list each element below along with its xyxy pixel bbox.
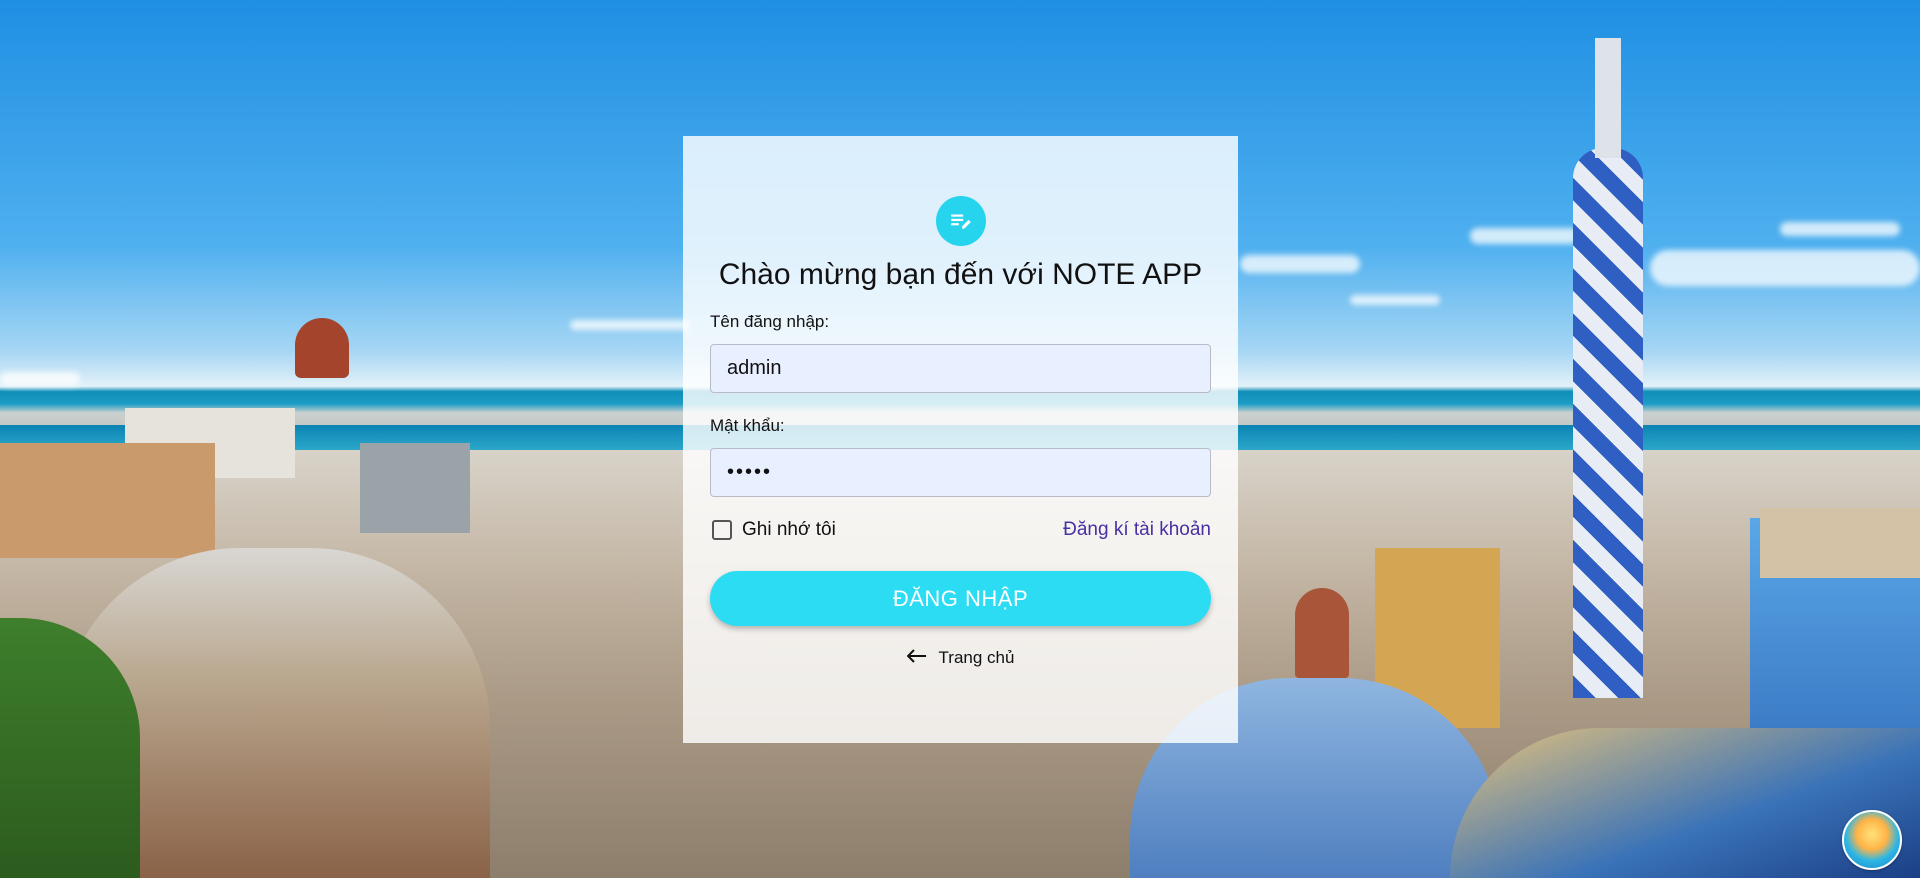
- remember-checkbox[interactable]: [712, 520, 732, 540]
- home-link[interactable]: Trang chủ: [710, 648, 1211, 668]
- arrow-left-icon: [906, 648, 927, 668]
- note-edit-icon: [935, 196, 986, 246]
- username-label: Tên đăng nhập:: [710, 312, 830, 331]
- login-page: Chào mừng bạn đến với NOTE APP Tên đăng …: [0, 0, 1920, 878]
- register-link[interactable]: Đăng kí tài khoản: [1063, 519, 1211, 541]
- login-card: Chào mừng bạn đến với NOTE APP Tên đăng …: [683, 136, 1238, 743]
- home-label: Trang chủ: [938, 648, 1015, 667]
- login-button[interactable]: ĐĂNG NHẬP: [710, 571, 1211, 626]
- remember-row: Ghi nhớ tôi Đăng kí tài khoản: [710, 519, 1211, 541]
- remember-label: Ghi nhớ tôi: [742, 519, 836, 540]
- password-input[interactable]: [710, 448, 1211, 497]
- password-label: Mật khẩu:: [710, 416, 785, 435]
- username-input[interactable]: [710, 344, 1211, 393]
- page-title: Chào mừng bạn đến với NOTE APP: [718, 258, 1203, 291]
- island-badge-icon[interactable]: [1842, 810, 1902, 870]
- logo-wrap: [710, 196, 1211, 246]
- remember-me[interactable]: Ghi nhớ tôi: [710, 519, 836, 541]
